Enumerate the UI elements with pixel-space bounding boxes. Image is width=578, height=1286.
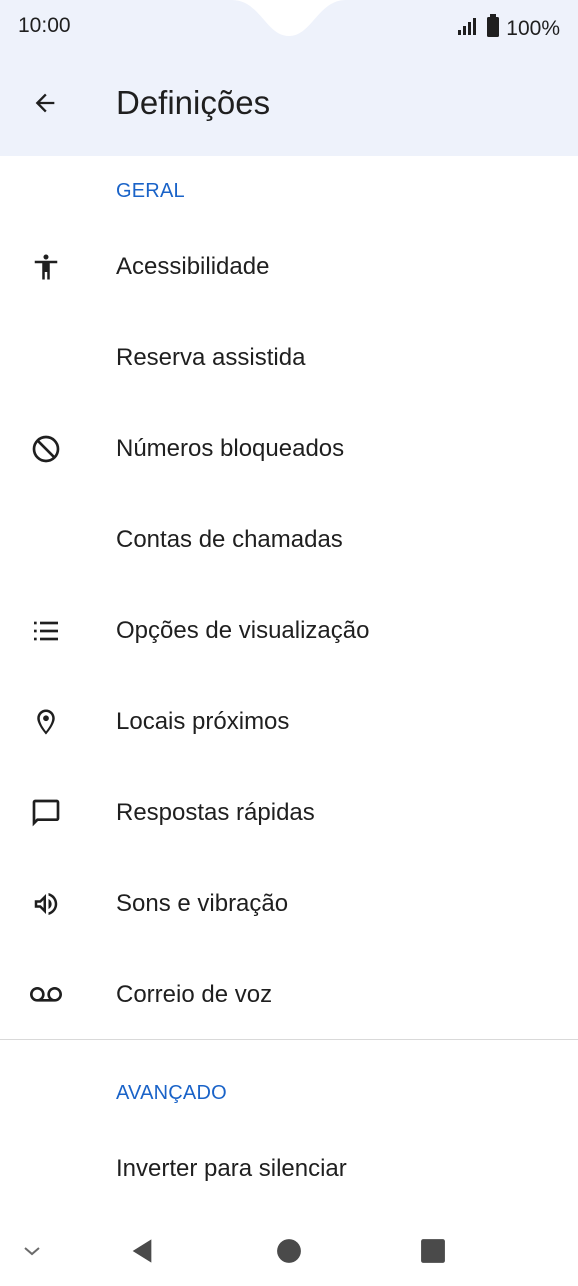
setting-quick-responses[interactable]: Respostas rápidas (0, 767, 578, 858)
section-divider (0, 1039, 578, 1040)
voicemail-icon (24, 973, 68, 1017)
battery-icon (486, 14, 500, 44)
setting-sounds-vibration[interactable]: Sons e vibração (0, 858, 578, 949)
signal-icon (456, 15, 480, 43)
setting-label: Contas de chamadas (116, 525, 343, 553)
home-circle-icon[interactable] (276, 1238, 302, 1264)
setting-accessibility[interactable]: Acessibilidade (0, 221, 578, 312)
recents-square-icon[interactable] (420, 1238, 446, 1264)
section-header-avancado: AVANÇADO (116, 1082, 227, 1104)
setting-label: Números bloqueados (116, 434, 345, 462)
back-triangle-icon[interactable] (128, 1237, 156, 1265)
block-icon (24, 427, 68, 471)
status-time: 10:00 (18, 14, 71, 37)
location-icon (24, 700, 68, 744)
setting-label: Correio de voz (116, 980, 273, 1008)
section-header-geral: GERAL (116, 180, 185, 202)
setting-label: Inverter para silenciar (116, 1154, 347, 1182)
setting-voicemail[interactable]: Correio de voz (0, 949, 578, 1040)
setting-label: Sons e vibração (116, 889, 289, 917)
setting-assisted-dialing[interactable]: Reserva assistida (0, 312, 578, 403)
setting-label: Respostas rápidas (116, 798, 315, 826)
chevron-down-icon[interactable] (20, 1239, 44, 1263)
volume-icon (24, 882, 68, 926)
camera-notch (232, 0, 346, 36)
message-icon (24, 791, 68, 835)
setting-label: Locais próximos (116, 707, 290, 735)
setting-label: Acessibilidade (116, 252, 270, 280)
setting-calling-accounts[interactable]: Contas de chamadas (0, 494, 578, 585)
setting-blocked-numbers[interactable]: Números bloqueados (0, 403, 578, 494)
list-icon (24, 609, 68, 653)
setting-label: Opções de visualização (116, 616, 370, 644)
setting-flip-to-silence[interactable]: Inverter para silenciar (0, 1123, 578, 1214)
setting-label: Reserva assistida (116, 343, 306, 371)
system-nav-bar (0, 1216, 578, 1286)
arrow-back-icon (31, 89, 59, 122)
status-icons: 100% (456, 14, 560, 44)
page-title: Definições (116, 84, 271, 121)
accessibility-icon (24, 245, 68, 289)
setting-display-options[interactable]: Opções de visualização (0, 585, 578, 676)
battery-percent: 100% (506, 17, 560, 40)
back-button[interactable] (20, 82, 70, 128)
setting-nearby-places[interactable]: Locais próximos (0, 676, 578, 767)
